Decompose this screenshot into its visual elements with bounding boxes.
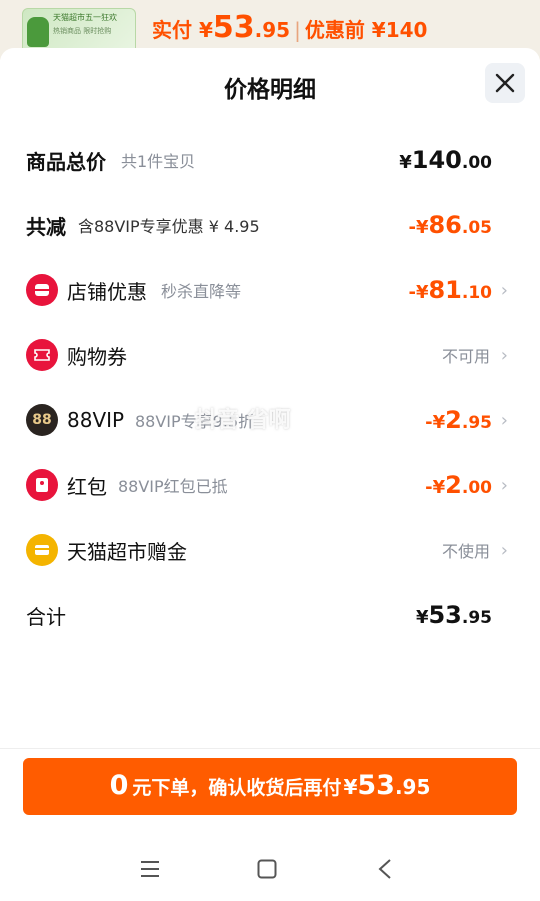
chevron-right-icon: › [500,279,508,301]
row-coupon[interactable]: 购物券 不可用 › [0,335,540,375]
row-sum: 合计 ¥53.95 [0,595,540,635]
original-price: 优惠前 ¥140 [304,18,428,42]
row-sub: 共1件宝贝 [121,152,196,171]
menu-icon [141,861,159,877]
row-amount: ¥53.95 [415,601,492,629]
thumbnail-sub: 热销商品 限时抢购 [53,27,112,35]
divider [0,748,540,749]
row-amount: -¥ 81.10 [408,276,492,304]
row-gift-credit[interactable]: 天猫超市赠金 不使用 › [0,530,540,570]
paid-prefix: 实付 ¥ [152,18,213,42]
paid-dec: .95 [254,18,291,42]
row-amount: -¥ 86.05 [408,211,492,239]
system-nav-bar [0,840,540,901]
row-amount: ¥140.00 [399,146,492,174]
shop-icon [26,274,58,306]
back-icon [378,859,391,879]
back-nav-button[interactable] [365,854,405,884]
thumbnail-label: 天猫超市五一狂欢 [53,13,117,22]
row-title: 店铺优惠 [67,279,147,304]
row-title: 红包 [67,474,107,499]
row-status: 不可用 [441,347,490,366]
row-status: 不使用 [441,542,490,561]
chevron-right-icon: › [500,474,508,496]
row-title: 商品总价 [26,149,106,174]
close-button[interactable] [485,63,525,103]
row-title: 天猫超市赠金 [67,539,187,564]
mascot-image [27,17,49,47]
gift-card-icon [26,534,58,566]
row-title: 共减 [26,214,66,239]
red-packet-icon [26,469,58,501]
row-sub: 88VIP红包已抵 [118,477,228,496]
home-nav-button[interactable] [247,854,287,884]
menu-nav-button[interactable] [130,854,170,884]
watermark: 抖音 省啊 [195,408,291,433]
row-sub: 含88VIP专享优惠 ¥ 4.95 [78,217,260,236]
background-price: 实付 ¥53.95 | 优惠前 ¥140 [152,10,428,45]
sheet-title: 价格明细 [224,77,316,103]
row-sub: 秒杀直降等 [161,282,242,301]
row-total-discount: 共减 含88VIP专享优惠 ¥ 4.95 -¥ 86.05 [0,205,540,245]
row-title: 购物券 [67,344,127,369]
row-amount: -¥ 2.00 [425,471,492,499]
row-amount: -¥ 2.95 [425,406,492,434]
paid-int: 53 [212,10,255,45]
row-red-packet[interactable]: 红包 88VIP红包已抵 -¥ 2.00 › [0,465,540,505]
coupon-icon [26,339,58,371]
row-goods-total: 商品总价 共1件宝贝 ¥140.00 [0,140,540,180]
row-title: 合计 [26,604,66,629]
row-title: 88VIP [67,408,125,432]
chevron-right-icon: › [500,409,508,431]
chevron-right-icon: › [500,539,508,561]
pay-later-button[interactable]: 0 元下单，确认收货后再付 ¥53.95 [23,758,517,815]
chevron-right-icon: › [500,344,508,366]
vip-icon: 88 [26,404,58,436]
home-square-icon [257,859,277,879]
row-shop-discount[interactable]: 店铺优惠 秒杀直降等 -¥ 81.10 › [0,270,540,310]
close-icon [495,73,515,93]
